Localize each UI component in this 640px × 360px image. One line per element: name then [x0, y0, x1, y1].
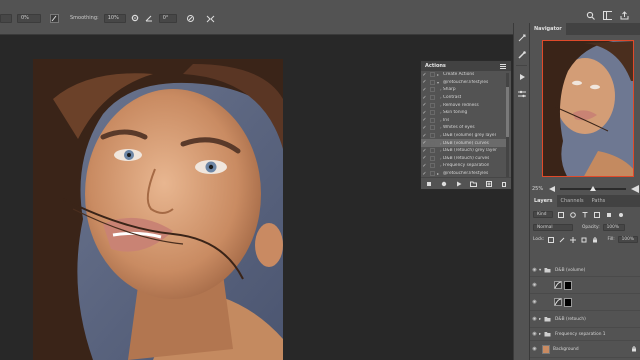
lock-artboard-icon[interactable]	[580, 235, 588, 244]
filter-pixel-icon[interactable]	[556, 210, 565, 219]
tab-navigator[interactable]: Navigator	[530, 23, 566, 35]
curves-adjustment-icon	[553, 298, 562, 307]
action-row[interactable]: ✓ › D&B (retouch) curves	[421, 155, 507, 163]
action-row[interactable]: ✓ ▸ Create Actions	[421, 71, 507, 79]
adjustments-icon[interactable]	[516, 88, 528, 100]
tab-paths[interactable]: Paths	[588, 195, 610, 207]
zoom-level[interactable]: 25%	[532, 186, 543, 192]
tab-layers[interactable]: Layers	[530, 195, 557, 207]
lock-label: Lock:	[533, 237, 545, 242]
layer-row-background[interactable]: ◉ Background	[530, 341, 640, 358]
lock-move-icon[interactable]	[569, 235, 577, 244]
filter-kind-select[interactable]: Kind	[533, 211, 553, 218]
zoom-out-icon[interactable]	[547, 185, 556, 194]
gear-icon[interactable]	[131, 14, 140, 23]
action-row[interactable]: ✓ › Frequency separation	[421, 162, 507, 170]
tab-channels[interactable]: Channels	[557, 195, 588, 207]
record-icon[interactable]	[439, 179, 448, 188]
actions-panel[interactable]: Actions ✓ ▸ Create Actions ✓ ▾ @retoucher.li…	[420, 60, 512, 190]
smoothing-label: Smoothing:	[70, 15, 99, 21]
panel-menu-icon[interactable]	[498, 62, 507, 71]
visibility-eye-icon[interactable]: ◉	[530, 346, 539, 352]
actions-scroll-thumb[interactable]	[506, 87, 509, 137]
action-row[interactable]: ✓ › Skin toning	[421, 109, 507, 117]
zoom-slider-knob[interactable]	[590, 186, 597, 191]
action-row[interactable]: ✓ ▾ @retoucher.lifestyles	[421, 79, 507, 87]
stop-icon[interactable]	[424, 179, 433, 188]
layer-thumbnail	[542, 344, 550, 354]
workspace-icon[interactable]	[603, 11, 612, 20]
folder-icon	[543, 266, 552, 275]
visibility-eye-icon[interactable]: ◉	[530, 267, 539, 273]
smoothing-field[interactable]: 10%	[103, 13, 126, 23]
fill-field[interactable]: 100%	[617, 236, 638, 243]
layer-mask-thumbnail[interactable]	[564, 297, 572, 307]
filter-adjustment-icon[interactable]	[568, 210, 577, 219]
layer-row-group[interactable]: ◉ ▾ D&B (volume)	[530, 264, 640, 277]
action-row[interactable]: ✓ › Sharp	[421, 86, 507, 94]
opacity-label: Opacity:	[582, 225, 600, 230]
layers-list: ◉ ▾ D&B (volume) ◉ ◉ ◉ ▸ D&B (retouch) ◉	[530, 264, 640, 358]
filter-type-icon[interactable]	[580, 210, 589, 219]
action-row[interactable]: ✓ › D&B (volume) grey layer	[421, 132, 507, 140]
visibility-eye-icon[interactable]: ◉	[530, 331, 539, 337]
folder-icon	[543, 315, 552, 324]
new-set-icon[interactable]	[469, 179, 478, 188]
visibility-eye-icon[interactable]: ◉	[530, 299, 539, 305]
brush-size-field[interactable]	[0, 13, 12, 23]
filter-toggle-icon[interactable]	[616, 210, 625, 219]
play-actions-icon[interactable]	[516, 71, 528, 83]
actions-list: ✓ ▸ Create Actions ✓ ▾ @retoucher.lifestyles…	[421, 71, 507, 177]
action-row[interactable]: ✓ › Remove redness	[421, 101, 507, 109]
visibility-eye-icon[interactable]: ◉	[530, 282, 539, 288]
search-icon[interactable]	[586, 11, 595, 20]
share-icon[interactable]	[620, 11, 629, 20]
layer-row-curves[interactable]: ◉	[530, 294, 640, 311]
filter-smart-icon[interactable]	[604, 210, 613, 219]
layer-row-group[interactable]: ◉ ▸ D&B (retouch)	[530, 311, 640, 328]
curves-adjustment-icon	[553, 281, 562, 290]
brush-settings-icon[interactable]	[516, 49, 528, 61]
panel-toolstrip	[513, 23, 529, 360]
lock-brush-icon[interactable]	[558, 235, 566, 244]
symmetry-icon[interactable]	[206, 14, 215, 23]
visibility-eye-icon[interactable]: ◉	[530, 316, 539, 322]
zoom-slider[interactable]	[560, 186, 626, 191]
action-row-selected[interactable]: ✓ › D&B (volume) curves	[421, 139, 507, 147]
trash-icon[interactable]	[499, 179, 508, 188]
folder-icon	[543, 330, 552, 339]
percent-field[interactable]: 0%	[17, 13, 41, 23]
action-row[interactable]: ✓ › Whites of eyes	[421, 124, 507, 132]
new-action-icon[interactable]	[484, 179, 493, 188]
history-brush-icon[interactable]	[516, 32, 528, 44]
lock-icon	[629, 345, 638, 354]
lock-all-icon[interactable]	[591, 235, 599, 244]
portrait-image[interactable]	[33, 59, 283, 360]
play-icon[interactable]	[454, 179, 463, 188]
action-row[interactable]: ✓ ▸ @retoucher.lifestyles	[421, 170, 507, 177]
action-row[interactable]: ✓ › Iris	[421, 117, 507, 125]
angle-icon	[145, 14, 154, 23]
actions-panel-title: Actions	[425, 63, 446, 69]
fill-label: Fill:	[607, 237, 615, 242]
action-row[interactable]: ✓ › D&B (retouch) grey layer	[421, 147, 507, 155]
layer-name: D&B (volume)	[555, 267, 586, 273]
angle-field[interactable]: 0°	[158, 13, 177, 23]
action-row[interactable]: ✓ › Contrast	[421, 94, 507, 102]
airbrush-icon[interactable]	[50, 13, 59, 23]
layer-row-group[interactable]: ◉ ▸ Frequency separation 1	[530, 328, 640, 341]
blend-mode-select[interactable]: Normal	[533, 224, 573, 231]
navigator-preview[interactable]	[542, 40, 634, 177]
lock-transparent-icon[interactable]	[547, 235, 555, 244]
right-panel: Navigator 25% Layers Channels Paths Kind	[529, 23, 640, 360]
layer-row-curves[interactable]: ◉	[530, 277, 640, 294]
opacity-field[interactable]: 100%	[602, 224, 625, 231]
layer-mask-thumbnail[interactable]	[564, 280, 572, 290]
pressure-size-icon[interactable]	[186, 14, 195, 23]
navigator-zoom-row: 25%	[530, 184, 640, 194]
actions-footer	[421, 177, 511, 189]
filter-shape-icon[interactable]	[592, 210, 601, 219]
zoom-in-icon[interactable]	[630, 185, 639, 194]
